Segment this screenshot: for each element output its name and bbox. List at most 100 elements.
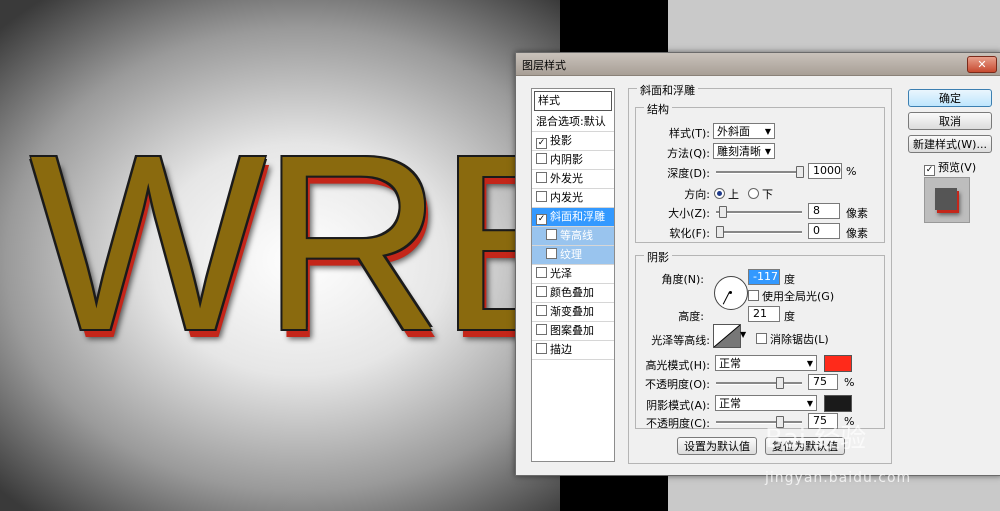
checkbox-icon[interactable] (546, 248, 557, 259)
styles-list-item[interactable]: ✓ 投影 (532, 132, 614, 151)
soften-label: 软化(F): (669, 227, 710, 240)
ok-button[interactable]: 确定 (908, 89, 992, 107)
layer-style-dialog: 图层样式 ✕ 样式 混合选项:默认 ✓ 投影 内阴影 外发光 内发光 ✓ 斜面和浮雕 等高线 纹理… (515, 52, 1000, 476)
styles-list-item[interactable]: 等高线 (532, 227, 614, 246)
checkbox-icon[interactable] (536, 324, 547, 335)
styles-list-item[interactable]: 纹理 (532, 246, 614, 265)
highlight-mode-label: 高光模式(H): (645, 359, 710, 372)
size-slider[interactable] (716, 206, 802, 218)
highlight-opacity-input[interactable]: 75 (808, 374, 838, 390)
size-slider-thumb[interactable] (719, 206, 728, 218)
direction-down-radio[interactable]: 下 (748, 186, 773, 202)
shading-group: 阴影 角度(N): -117 度 使用全局光(G) 高度: 21 度 光泽等高线… (635, 249, 885, 430)
chevron-down-icon: ▼ (764, 147, 771, 156)
size-label: 大小(Z): (668, 207, 710, 220)
angle-label: 角度(N): (661, 273, 704, 286)
checkbox-icon (748, 290, 759, 301)
highlight-mode-select[interactable]: 正常 ▼ (715, 355, 817, 371)
bevel-section-title: 斜面和浮雕 (637, 82, 698, 98)
checkbox-icon: ✓ (924, 165, 935, 176)
styles-list-item[interactable]: 图案叠加 (532, 322, 614, 341)
style-preview-thumbnail (924, 177, 970, 223)
size-unit: 像素 (846, 207, 868, 220)
new-style-button[interactable]: 新建样式(W)... (908, 135, 992, 153)
soften-input[interactable]: 0 (808, 223, 840, 239)
altitude-input[interactable]: 21 (748, 306, 780, 322)
depth-input[interactable]: 1000 (808, 163, 842, 179)
checkbox-icon (756, 333, 767, 344)
styles-list: 样式 混合选项:默认 ✓ 投影 内阴影 外发光 内发光 ✓ 斜面和浮雕 等高线 纹理 光泽 颜色叠加渐… (531, 88, 615, 462)
checkbox-icon[interactable] (536, 267, 547, 278)
depth-label: 深度(D): (667, 167, 710, 180)
styles-list-item-label: 渐变叠加 (550, 305, 594, 318)
shadow-mode-label: 阴影模式(A): (646, 399, 710, 412)
shading-title: 阴影 (644, 249, 672, 265)
styles-list-item-label: 投影 (550, 134, 572, 147)
checkbox-icon[interactable] (536, 305, 547, 316)
watermark-logo: Bai 经验 (765, 424, 867, 454)
angle-input[interactable]: -117 (748, 269, 780, 285)
dial-needle-icon (722, 291, 730, 305)
angle-dial[interactable] (714, 276, 748, 310)
styles-list-item-label: 内发光 (550, 191, 583, 204)
chevron-down-icon: ▼ (806, 399, 813, 408)
style-select[interactable]: 外斜面 ▼ (713, 123, 775, 139)
angle-unit: 度 (784, 273, 795, 286)
checkbox-icon[interactable] (546, 229, 557, 240)
styles-list-item[interactable]: 内阴影 (532, 151, 614, 170)
global-light-checkbox[interactable]: 使用全局光(G) (748, 288, 834, 304)
dialog-title: 图层样式 (522, 59, 566, 72)
highlight-opacity-unit: % (844, 376, 855, 389)
gloss-contour-label: 光泽等高线: (651, 334, 710, 347)
checkbox-icon[interactable] (536, 153, 547, 164)
soften-slider[interactable] (716, 226, 802, 238)
styles-list-item[interactable]: ✓ 斜面和浮雕 (532, 208, 614, 227)
depth-slider-thumb[interactable] (796, 166, 804, 178)
checkbox-icon[interactable] (536, 191, 547, 202)
highlight-color-swatch[interactable] (824, 355, 852, 372)
soften-slider-thumb[interactable] (716, 226, 724, 238)
styles-list-item-label: 内阴影 (550, 153, 583, 166)
chevron-down-icon: ▼ (764, 127, 771, 136)
checkbox-icon[interactable]: ✓ (536, 138, 547, 149)
anti-alias-checkbox[interactable]: 消除锯齿(L) (756, 331, 829, 347)
highlight-opacity-slider-thumb[interactable] (776, 377, 784, 389)
shadow-mode-select[interactable]: 正常 ▼ (715, 395, 817, 411)
cancel-button[interactable]: 取消 (908, 112, 992, 130)
styles-list-header[interactable]: 样式 (534, 91, 612, 111)
styles-list-item[interactable]: 渐变叠加 (532, 303, 614, 322)
watermark-url: jingyan.baidu.com (765, 470, 912, 486)
styles-list-item[interactable]: 混合选项:默认 (532, 113, 614, 132)
styles-list-item-label: 斜面和浮雕 (550, 210, 605, 223)
checkbox-icon[interactable] (536, 172, 547, 183)
technique-select[interactable]: 雕刻清晰 ▼ (713, 143, 775, 159)
style-label: 样式(T): (668, 127, 710, 140)
highlight-opacity-slider[interactable] (716, 377, 802, 389)
dialog-titlebar[interactable]: 图层样式 ✕ (516, 53, 1000, 76)
styles-list-item[interactable]: 内发光 (532, 189, 614, 208)
altitude-label: 高度: (678, 310, 704, 323)
direction-up-radio[interactable]: 上 (714, 186, 739, 202)
styles-list-item[interactable]: 外发光 (532, 170, 614, 189)
styles-list-item-label: 颜色叠加 (550, 286, 594, 299)
styles-list-item-label: 图案叠加 (550, 324, 594, 337)
checkbox-icon[interactable]: ✓ (536, 214, 547, 225)
styles-list-item-label: 描边 (550, 343, 572, 356)
gloss-contour-picker[interactable] (713, 324, 741, 348)
close-button[interactable]: ✕ (967, 56, 997, 73)
size-input[interactable]: 8 (808, 203, 840, 219)
altitude-unit: 度 (784, 310, 795, 323)
checkbox-icon[interactable] (536, 343, 547, 354)
styles-list-item[interactable]: 光泽 (532, 265, 614, 284)
chevron-down-icon: ▼ (806, 359, 813, 368)
make-default-button[interactable]: 设置为默认值 (677, 437, 757, 455)
checkbox-icon[interactable] (536, 286, 547, 297)
depth-unit: % (846, 165, 857, 178)
contour-dropdown-icon[interactable]: ▼ (740, 330, 746, 339)
shadow-color-swatch[interactable] (824, 395, 852, 412)
structure-group: 结构 样式(T): 外斜面 ▼ 方法(Q): 雕刻清晰 ▼ 深度(D): 1000 … (635, 101, 885, 243)
styles-list-item[interactable]: 颜色叠加 (532, 284, 614, 303)
preview-checkbox[interactable]: ✓ 预览(V) (924, 159, 976, 176)
styles-list-item[interactable]: 描边 (532, 341, 614, 360)
depth-slider[interactable] (716, 166, 804, 178)
